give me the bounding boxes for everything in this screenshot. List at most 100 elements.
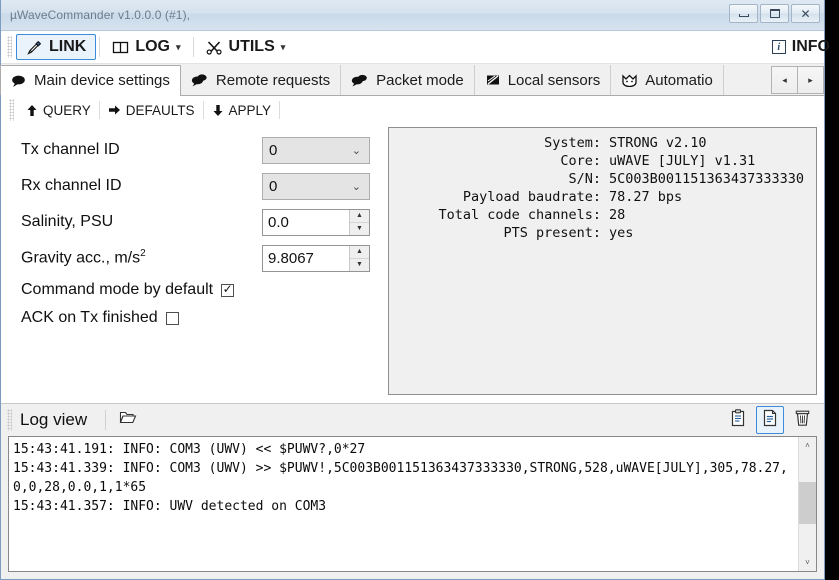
toolbar-gripper[interactable] — [7, 36, 12, 58]
arrow-up-icon — [26, 104, 38, 117]
rx-channel-id-combobox[interactable]: 0 ⌄ — [262, 172, 370, 200]
defaults-button[interactable]: DEFAULTS — [100, 99, 203, 121]
apply-button-label: APPLY — [228, 102, 272, 118]
trash-icon — [794, 409, 811, 432]
scroll-track[interactable] — [799, 454, 816, 554]
device-info-value: 28 — [609, 207, 626, 223]
tab-automation[interactable]: Automatio — [611, 65, 724, 95]
device-info-key: Total code channels: — [438, 207, 601, 223]
log-separator — [105, 410, 107, 430]
tx-channel-id-control: 0 ⌄ — [262, 136, 370, 164]
rx-channel-id-value: 0 — [269, 177, 278, 195]
window-title: µWaveCommander v1.0.0.0 (#1), — [10, 8, 191, 22]
chevron-down-icon: ▾ — [176, 41, 181, 52]
device-info-panel: System: STRONG v2.10 Core: uWAVE [JULY] … — [388, 127, 817, 395]
gravity-decrement-button[interactable]: ▼ — [350, 258, 369, 271]
menu-log[interactable]: LOG ▾ — [103, 34, 189, 60]
gravity-input[interactable]: 9.8067 — [263, 246, 349, 271]
speech-bubbles-icon — [351, 73, 369, 87]
tab-scroll-right-button[interactable]: ▸ — [797, 66, 824, 94]
command-mode-checkbox[interactable]: ✓ — [221, 283, 235, 297]
page-toolbar-gripper[interactable] — [9, 99, 14, 121]
log-line: 15:43:41.191: INFO: COM3 (UWV) << $PUWV?… — [13, 442, 366, 457]
rx-channel-id-label: Rx channel ID — [21, 177, 122, 194]
device-info-value: yes — [609, 225, 634, 241]
log-line: 15:43:41.339: INFO: COM3 (UWV) >> $PUWV!… — [13, 461, 788, 495]
application-window: µWaveCommander v1.0.0.0 (#1), ✕ LINK LOG… — [0, 0, 830, 580]
tab-strip: Main device settings Remote requests Pac… — [0, 64, 824, 96]
log-view-section: Log view 15:43:41.191: INFO: COM3 (UWV) … — [1, 403, 824, 579]
tab-remote-requests[interactable]: Remote requests — [180, 65, 342, 95]
window-controls: ✕ — [729, 4, 820, 23]
salinity-control: 0.0 ▲ ▼ — [262, 208, 370, 236]
field-row-ack-tx: ACK on Tx finished — [1, 304, 386, 332]
scroll-down-button[interactable]: ˅ — [799, 554, 816, 571]
speech-bubbles-icon — [191, 73, 209, 87]
device-info-key: Core: — [560, 153, 601, 169]
command-bar: LINK LOG ▾ UTILS ▾ i INFO — [1, 31, 830, 64]
title-bar: µWaveCommander v1.0.0.0 (#1), ✕ — [1, 0, 824, 31]
menu-link[interactable]: LINK — [16, 34, 97, 60]
tab-label: Automatio — [645, 71, 713, 89]
chevron-left-icon: ◂ — [782, 74, 787, 85]
device-info-key: PTS present: — [503, 225, 601, 241]
tab-page-main-device-settings: QUERY DEFAULTS APPLY Tx channel ID 0 ⌄ R… — [1, 96, 824, 403]
menu-utils[interactable]: UTILS ▾ — [197, 34, 295, 60]
settings-form: Tx channel ID 0 ⌄ Rx channel ID 0 ⌄ Sali… — [1, 124, 386, 403]
speech-bubble-icon — [11, 74, 27, 88]
clipboard-icon — [730, 408, 746, 432]
log-output-box[interactable]: 15:43:41.191: INFO: COM3 (UWV) << $PUWV?… — [8, 436, 817, 572]
gravity-label: Gravity acc., m/s2 — [21, 248, 146, 267]
salinity-decrement-button[interactable]: ▼ — [350, 222, 369, 235]
gravity-stepper[interactable]: 9.8067 ▲ ▼ — [262, 244, 370, 272]
save-log-button[interactable] — [756, 406, 784, 434]
tab-scroll-controls: ◂ ▸ — [771, 66, 824, 94]
menu-separator-1 — [99, 37, 101, 57]
clear-log-button[interactable] — [788, 406, 816, 434]
query-button[interactable]: QUERY — [18, 99, 99, 121]
info-button[interactable]: i INFO — [764, 34, 838, 60]
tab-label: Main device settings — [34, 72, 170, 89]
tab-packet-mode[interactable]: Packet mode — [341, 65, 475, 95]
sensor-icon — [485, 73, 501, 87]
tx-channel-id-value: 0 — [269, 141, 278, 159]
field-row-tx-channel-id: Tx channel ID 0 ⌄ — [1, 132, 386, 168]
maximize-icon — [769, 9, 780, 18]
close-button[interactable]: ✕ — [791, 4, 820, 23]
gravity-stepper-buttons: ▲ ▼ — [349, 245, 369, 271]
open-log-folder-button[interactable] — [114, 406, 142, 434]
crown-icon — [621, 73, 638, 87]
tab-scroll-left-button[interactable]: ◂ — [771, 66, 798, 94]
tx-channel-id-label: Tx channel ID — [21, 141, 120, 158]
log-output-text: 15:43:41.191: INFO: COM3 (UWV) << $PUWV?… — [9, 437, 798, 571]
defaults-button-label: DEFAULTS — [125, 102, 195, 118]
salinity-input[interactable]: 0.0 — [263, 210, 349, 235]
device-info-value: STRONG v2.10 — [609, 135, 707, 151]
chevron-down-icon: ⌄ — [351, 180, 361, 193]
device-info-row: Core: uWAVE [JULY] v1.31 — [389, 152, 810, 170]
device-info-key: System: — [544, 135, 601, 151]
maximize-button[interactable] — [760, 4, 789, 23]
toolbar-separator-3 — [279, 101, 281, 119]
log-toolbar-gripper[interactable] — [7, 409, 12, 431]
salinity-stepper[interactable]: 0.0 ▲ ▼ — [262, 208, 370, 236]
tx-channel-id-combobox[interactable]: 0 ⌄ — [262, 136, 370, 164]
scroll-up-button[interactable]: ˄ — [799, 437, 816, 454]
tab-label: Packet mode — [376, 71, 464, 89]
minimize-button[interactable] — [729, 4, 758, 23]
scroll-thumb[interactable] — [799, 482, 816, 524]
device-info-row: Total code channels: 28 — [389, 206, 810, 224]
menu-link-label: LINK — [49, 38, 87, 55]
field-row-rx-channel-id: Rx channel ID 0 ⌄ — [1, 168, 386, 204]
apply-button[interactable]: APPLY — [204, 99, 280, 121]
ack-tx-checkbox[interactable] — [165, 311, 179, 325]
tab-main-device-settings[interactable]: Main device settings — [0, 65, 181, 96]
device-info-row: S/N: 5C003B001151363437333330 — [389, 170, 810, 188]
salinity-increment-button[interactable]: ▲ — [350, 209, 369, 223]
folder-icon — [119, 410, 137, 430]
log-scrollbar[interactable]: ˄ ˅ — [798, 437, 816, 571]
ack-tx-label: ACK on Tx finished — [21, 309, 158, 326]
copy-log-button[interactable] — [724, 406, 752, 434]
gravity-increment-button[interactable]: ▲ — [350, 245, 369, 259]
tab-local-sensors[interactable]: Local sensors — [474, 65, 612, 95]
